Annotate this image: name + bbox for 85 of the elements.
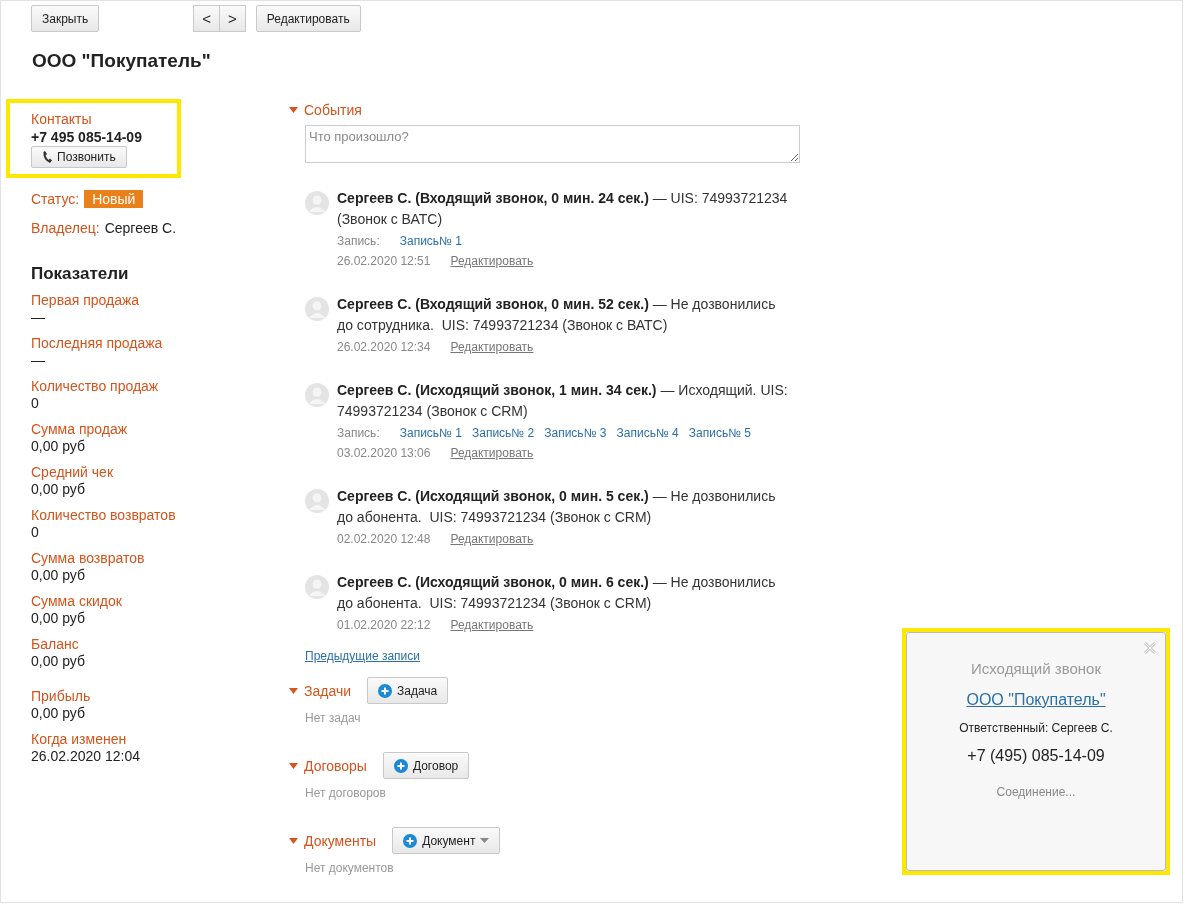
owner-name: Сергеев С. [104,220,177,236]
metric-value: 0 [31,395,40,412]
metric-value: 0,00 руб [31,705,86,722]
recording-link[interactable]: Запись№ 4 [616,424,679,442]
empty-message: Нет задач [305,711,361,725]
metric-label: Прибыль [31,688,92,705]
metric-value: 0,00 руб [31,567,86,584]
contact-phone: +7 495 085-14-09 [31,129,143,145]
metric-value: 26.02.2020 12:04 [31,748,141,765]
recording-link[interactable]: Запись№ 1 [399,424,462,442]
section-title[interactable]: Задачи [304,682,351,699]
responsible-text: Ответственный: Сергеев С. [958,721,1114,735]
event-description: Сергеев С. (Исходящий звонок, 0 мин. 6 сек.) — Не дозвонились до абонента. UIS: 74993721234 (Звонок с CRM) [337,573,777,613]
add-button[interactable]: Документ [392,827,501,854]
add-button[interactable]: Договор [382,752,470,779]
call-button[interactable]: Позвонить [31,146,127,168]
plus-circle-icon [403,833,418,848]
metrics-title: Показатели [31,264,130,284]
metric-value: 0,00 руб [31,481,86,498]
close-icon [1143,641,1157,655]
plus-circle-icon [378,683,392,698]
recording-link[interactable]: Запись№ 5 [688,424,752,442]
metric-label: Когда изменен [31,731,128,748]
metric-label: Сумма скидок [31,593,123,610]
event-date: 26.02.2020 12:51 [337,253,431,269]
company-link[interactable]: ООО "Покупатель" [966,691,1106,709]
edit-link[interactable]: Редактировать [450,531,534,547]
metric-value: 0,00 руб [31,610,86,627]
event-date: 02.02.2020 12:48 [337,531,431,547]
metric-label: Количество продаж [31,378,160,395]
section-title[interactable]: Договоры [304,757,367,774]
recording-link[interactable]: Запись№ 1 [399,232,462,250]
records-label: Запись: [337,425,380,442]
event-date: 26.02.2020 12:34 [337,339,431,355]
metric-label: Первая продажа [31,292,141,309]
records-label: Запись: [337,233,380,250]
next-button[interactable]: > [220,5,246,32]
previous-records-link[interactable]: Предыдущие записи [305,649,420,663]
avatar-placeholder-icon [305,575,329,599]
recording-link[interactable]: Запись№ 3 [544,424,607,442]
connection-status: Соединение... [995,785,1077,799]
event-date: 03.02.2020 13:06 [337,445,431,461]
metric-label: Последняя продажа [31,335,164,352]
close-button[interactable]: Закрыть [31,5,100,32]
recording-link[interactable]: Запись№ 2 [472,424,535,442]
event-date: 01.02.2020 22:12 [337,617,431,633]
edit-link[interactable]: Редактировать [450,445,534,461]
edit-button[interactable]: Редактировать [255,5,361,32]
avatar-placeholder-icon [305,297,329,321]
metric-label: Сумма продаж [31,421,129,438]
edit-link[interactable]: Редактировать [450,617,534,633]
avatar-placeholder-icon [305,383,329,407]
metric-label: Баланс [31,636,80,653]
section-title[interactable]: Документы [304,832,377,849]
metric-value: 0,00 руб [31,653,86,670]
event-input-field[interactable]: Что произошло? [305,125,800,163]
page-title: ООО "Покупатель" [32,50,212,72]
metric-value: — [31,352,46,369]
previous-button[interactable]: < [193,5,220,32]
metric-value: — [31,309,46,326]
status-badge: Новый [84,190,144,208]
event-description: Сергеев С. (Исходящий звонок, 1 мин. 34 сек.) — Исходящий. UIS: 74993721234 (Звонок с CRM) [337,381,789,421]
avatar-placeholder-icon [305,191,329,215]
event-description: Сергеев С. (Входящий звонок, 0 мин. 24 сек.) — UIS: 74993721234 (Звонок с ВАТС) [337,189,789,229]
status-label: Статус: [31,191,80,207]
popup-title: Исходящий звонок [970,660,1102,677]
popup-phone: +7 (495) 085-14-09 [966,747,1106,765]
metric-label: Средний чек [31,464,114,481]
metric-label: Количество возвратов [31,507,177,524]
event-description: Сергеев С. (Исходящий звонок, 0 мин. 5 сек.) — Не дозвонились до абонента. UIS: 74993721234 (Звонок с CRM) [337,487,777,527]
avatar-placeholder-icon [305,489,329,513]
owner-label: Владелец: [31,220,100,236]
contacts-label: Контакты [31,111,93,127]
metric-value: 0 [31,524,40,541]
add-button[interactable]: Задача [367,677,449,704]
event-description: Сергеев С. (Входящий звонок, 0 мин. 52 сек.) — Не дозвонились до сотрудника. UIS: 74993721234 (Звонок с ВАТС) [337,295,777,335]
empty-message: Нет договоров [305,786,386,800]
empty-message: Нет документов [305,861,394,875]
metric-label: Сумма возвратов [31,550,146,567]
plus-circle-icon [393,758,408,773]
edit-link[interactable]: Редактировать [450,253,534,269]
phone-icon [42,151,52,163]
section-title[interactable]: События [304,102,362,118]
metric-value: 0,00 руб [31,438,86,455]
edit-link[interactable]: Редактировать [450,339,534,355]
